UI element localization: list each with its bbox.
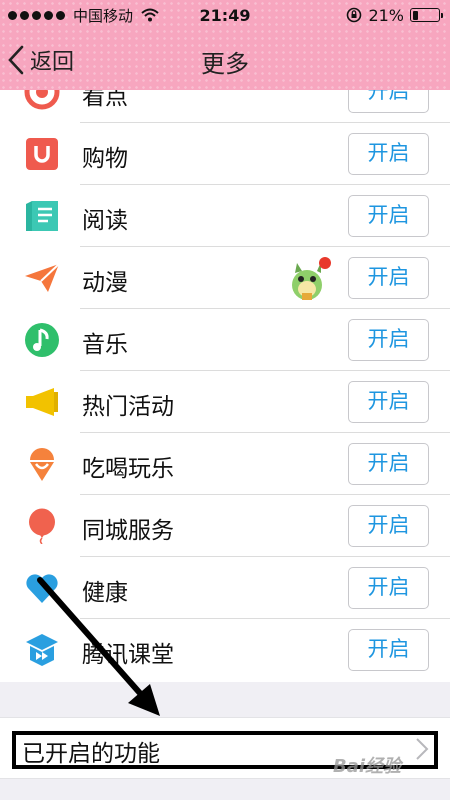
list-item: 购物 开启 [0,123,450,185]
enable-button[interactable]: 开启 [348,133,429,175]
heart-icon [26,574,58,603]
ice-cream-icon [30,448,54,481]
list-item: 健康 开启 [0,557,450,619]
list-item: 看点 开启 [0,90,450,123]
feature-label: 看点 [82,90,128,110]
music-note-icon [25,323,59,357]
list-item: 同城服务 开启 [0,495,450,557]
book-icon [26,201,58,231]
kandian-icon [24,90,60,110]
balloon-icon [29,508,55,544]
list-item: 腾讯课堂 开启 [0,619,450,681]
enable-button[interactable]: 开启 [348,257,429,299]
feature-label: 吃喝玩乐 [82,456,174,482]
page-title: 更多 [201,50,249,78]
battery-icon [410,8,443,22]
rotation-lock-icon [347,7,362,23]
list-item: 音乐 开启 [0,309,450,371]
battery-level [412,10,418,20]
enable-button[interactable]: 开启 [348,319,429,361]
classroom-icon [26,634,58,666]
enable-button[interactable]: 开启 [348,381,429,423]
megaphone-icon [26,388,58,416]
feature-label: 音乐 [82,332,128,358]
enable-button[interactable]: 开启 [348,629,429,671]
dragon-mascot-icon [292,257,331,300]
nav-bar: 返回 更多 [0,30,450,90]
enable-button[interactable]: 开启 [348,443,429,485]
paper-plane-icon [25,263,60,292]
enable-button[interactable]: 开启 [348,567,429,609]
feature-label: 阅读 [82,208,128,234]
chevron-right-icon [416,738,429,760]
feature-label: 动漫 [82,270,128,296]
watermark: Bai经验 [333,756,402,777]
header: 中国移动 21:49 21% 返回 更多 [0,0,450,90]
list-item: 动漫 开启 [0,247,450,309]
list-item: 吃喝玩乐 开启 [0,433,450,495]
feature-label: 同城服务 [82,518,174,544]
enable-button[interactable]: 开启 [348,90,429,113]
enable-button[interactable]: 开启 [348,505,429,547]
list-item: 热门活动 开启 [0,371,450,433]
feature-label: 腾讯课堂 [82,642,174,668]
feature-label: 热门活动 [82,394,174,420]
feature-label: 购物 [82,146,128,172]
battery-percent: 21% [368,5,404,25]
feature-list: 看点 开启 购物 开启 阅读 开启 动漫 开启 音乐 开启 热门活动 开启 吃喝… [0,90,450,682]
status-bar: 中国移动 21:49 21% [0,0,450,30]
enabled-features-label: 已开启的功能 [22,741,160,767]
shopping-bag-icon [26,138,58,170]
feature-label: 健康 [82,580,128,606]
enable-button[interactable]: 开启 [348,195,429,237]
list-item: 阅读 开启 [0,185,450,247]
